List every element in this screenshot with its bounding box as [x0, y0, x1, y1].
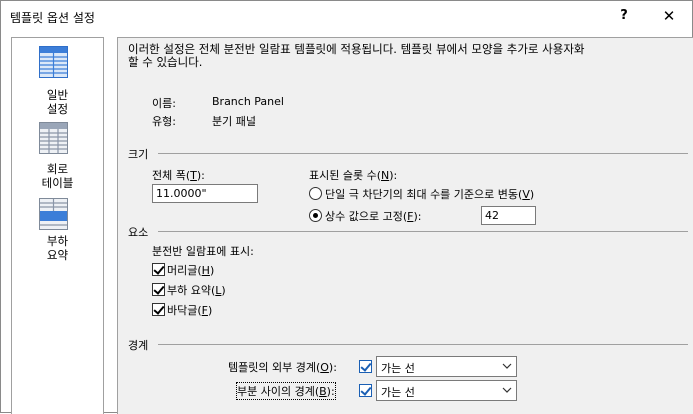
fixed-slots-radio[interactable]: [309, 209, 322, 222]
variable-slots-radio[interactable]: [309, 187, 322, 200]
sidebar-item-circuit-table[interactable]: 회로 테이블: [12, 122, 103, 192]
sidebar-item-label: 부하 요약: [46, 234, 69, 262]
fixed-slots-label: 상수 값으로 고정(F):: [325, 210, 422, 223]
grid-summary-icon: [39, 198, 68, 230]
borders-divider: [158, 344, 688, 345]
type-value: 분기 패널: [212, 115, 256, 128]
outer-border-value: 가는 선: [381, 362, 415, 375]
sidebar-item-label: 일반 설정: [46, 88, 69, 116]
fixed-slots-input[interactable]: 42: [481, 206, 536, 225]
load-summary-checkbox[interactable]: [152, 283, 165, 296]
help-button[interactable]: ?: [604, 3, 644, 29]
load-summary-checkbox-label: 부하 요약(L): [167, 284, 226, 297]
sidebar-item-load-summary[interactable]: 부하 요약: [12, 198, 103, 268]
section-border-value: 가는 선: [381, 386, 415, 399]
window-title: 템플릿 옵션 설정: [10, 11, 95, 25]
size-section-header: 크기: [128, 148, 149, 161]
size-divider: [158, 153, 688, 154]
borders-section-header: 경계: [128, 339, 149, 352]
total-width-label: 전체 폭(T):: [152, 169, 205, 182]
elements-divider: [158, 231, 688, 232]
grid-blue-icon: [39, 46, 68, 78]
template-options-dialog: 템플릿 옵션 설정 ? ✕ 일반 설정 회로 테이블 부하 요약 이러한 설정은…: [0, 0, 693, 414]
outer-border-select[interactable]: 가는 선: [376, 356, 517, 377]
section-border-checkbox[interactable]: [359, 384, 372, 397]
header-checkbox-label: 머리글(H): [167, 264, 215, 277]
grid-gray-icon: [39, 122, 68, 154]
sidebar-item-general-settings[interactable]: 일반 설정: [12, 46, 103, 116]
close-button[interactable]: ✕: [649, 3, 689, 29]
sidebar: 일반 설정 회로 테이블 부하 요약: [11, 37, 104, 414]
sidebar-item-label: 회로 테이블: [41, 162, 74, 190]
elements-section-header: 요소: [128, 226, 149, 239]
type-label: 유형:: [152, 115, 176, 128]
slots-label: 표시된 슬롯 수(N):: [309, 169, 398, 182]
name-value: Branch Panel: [212, 95, 284, 108]
footer-checkbox-label: 바닥글(F): [167, 304, 213, 317]
footer-checkbox[interactable]: [152, 303, 165, 316]
settings-panel: 이러한 설정은 전체 분전반 일람표 템플릿에 적용됩니다. 템플릿 뷰에서 모…: [117, 37, 693, 414]
outer-border-checkbox[interactable]: [359, 360, 372, 373]
header-checkbox[interactable]: [152, 263, 165, 276]
show-in-schedule-label: 분전반 일람표에 표시:: [152, 245, 254, 258]
total-width-input[interactable]: 11.0000": [152, 184, 258, 203]
title-bar: 템플릿 옵션 설정 ? ✕: [1, 1, 692, 31]
section-border-label: 부분 사이의 경계(B):: [236, 382, 336, 400]
section-border-select[interactable]: 가는 선: [376, 380, 517, 401]
name-label: 이름:: [152, 97, 176, 110]
outer-border-label: 템플릿의 외부 경계(O):: [228, 361, 337, 374]
chevron-down-icon: [502, 387, 512, 393]
description-text: 이러한 설정은 전체 분전반 일람표 템플릿에 적용됩니다. 템플릿 뷰에서 모…: [128, 42, 585, 69]
chevron-down-icon: [502, 363, 512, 369]
variable-slots-label: 단일 극 차단기의 최대 수를 기준으로 변동(V): [325, 188, 535, 201]
